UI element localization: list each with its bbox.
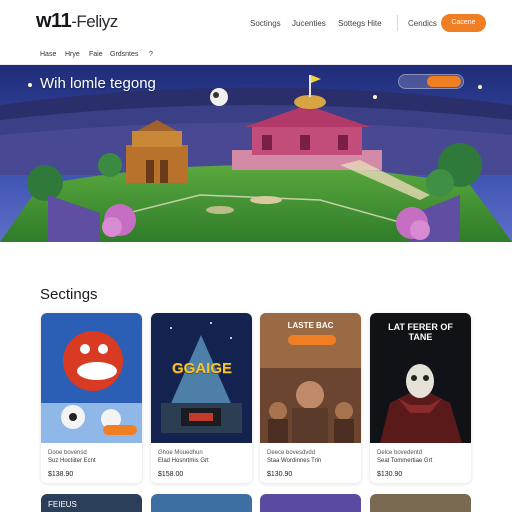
card-subtitle: Ghoe Mouedhun [158, 450, 203, 456]
nav-link-jucenties[interactable]: Jucenties [292, 19, 326, 28]
nav-link-soctings[interactable]: Soctings [250, 19, 281, 28]
product-card[interactable]: GGAIGE Ghoe Mouedhun Elad Hosnrtmis Grt … [151, 313, 252, 483]
card-title: Suz Hoctiiter Ecnt [48, 458, 96, 464]
card-subtitle: Dooe bovensd [48, 450, 87, 456]
card-artwork: LASTE BAC [260, 313, 361, 443]
nav-divider [397, 15, 398, 31]
card-art-title: LAT FERER OF TANE [388, 322, 453, 342]
card-price: $130.90 [377, 471, 403, 478]
nav-link-cendics[interactable]: Cendics [408, 19, 437, 28]
card-title: Staa Wordinnes Trin [267, 458, 322, 464]
card-artwork: LAT FERER OF TANE [370, 313, 471, 443]
subnav-help-icon[interactable]: ? [149, 51, 153, 58]
product-card-row2[interactable] [370, 494, 471, 512]
subnav-item-hrye[interactable]: Hrye [65, 51, 80, 58]
card-art-title: LASTE BAC [287, 321, 334, 330]
logo-main: w11 [36, 10, 72, 32]
hero-title: Wih lomle tegong [40, 75, 156, 92]
subnav-item-hase[interactable]: Hase [40, 51, 56, 58]
card-price: $130.90 [267, 471, 293, 478]
product-card[interactable]: LASTE BAC Deece bovesdvdd Staa Wordinnes… [260, 313, 361, 483]
product-card-row2[interactable] [151, 494, 252, 512]
card-price: $158.00 [158, 471, 184, 478]
site-logo[interactable]: w11-Feliyz [36, 10, 118, 33]
hero-pill-button[interactable] [427, 76, 461, 87]
logo-suffix: -Feliyz [71, 12, 118, 31]
subnav-item-faie[interactable]: Faie [89, 51, 103, 58]
product-card-row2[interactable]: FEIEUS [41, 494, 142, 512]
cta-button[interactable]: Cacene [441, 14, 486, 32]
card-title: Elad Hosnrtmis Grt [158, 458, 209, 464]
product-card[interactable]: LAT FERER OF TANE Delce bovedentd Seat T… [370, 313, 471, 483]
card-art-title: GGAIGE [171, 360, 232, 377]
subnav-item-grdsntes[interactable]: Grdsntes [110, 51, 138, 58]
card-subtitle: Delce bovedentd [377, 450, 423, 456]
card-art-title: FEIEUS [48, 500, 77, 509]
product-card[interactable]: Dooe bovensd Suz Hoctiiter Ecnt $138.90 [41, 313, 142, 483]
card-artwork [41, 313, 142, 443]
nav-link-sottegs-hite[interactable]: Sottegs Hite [338, 19, 382, 28]
card-subtitle: Deece bovesdvdd [267, 450, 316, 456]
section-title: Sectings [40, 286, 98, 303]
card-price: $138.90 [48, 471, 74, 478]
card-artwork: GGAIGE [151, 313, 252, 443]
top-bar: w11-Feliyz Soctings Jucenties Sottegs Hi… [0, 0, 512, 44]
product-card-row2[interactable] [260, 494, 361, 512]
card-title: Seat Tommertiae Grt [377, 458, 433, 464]
